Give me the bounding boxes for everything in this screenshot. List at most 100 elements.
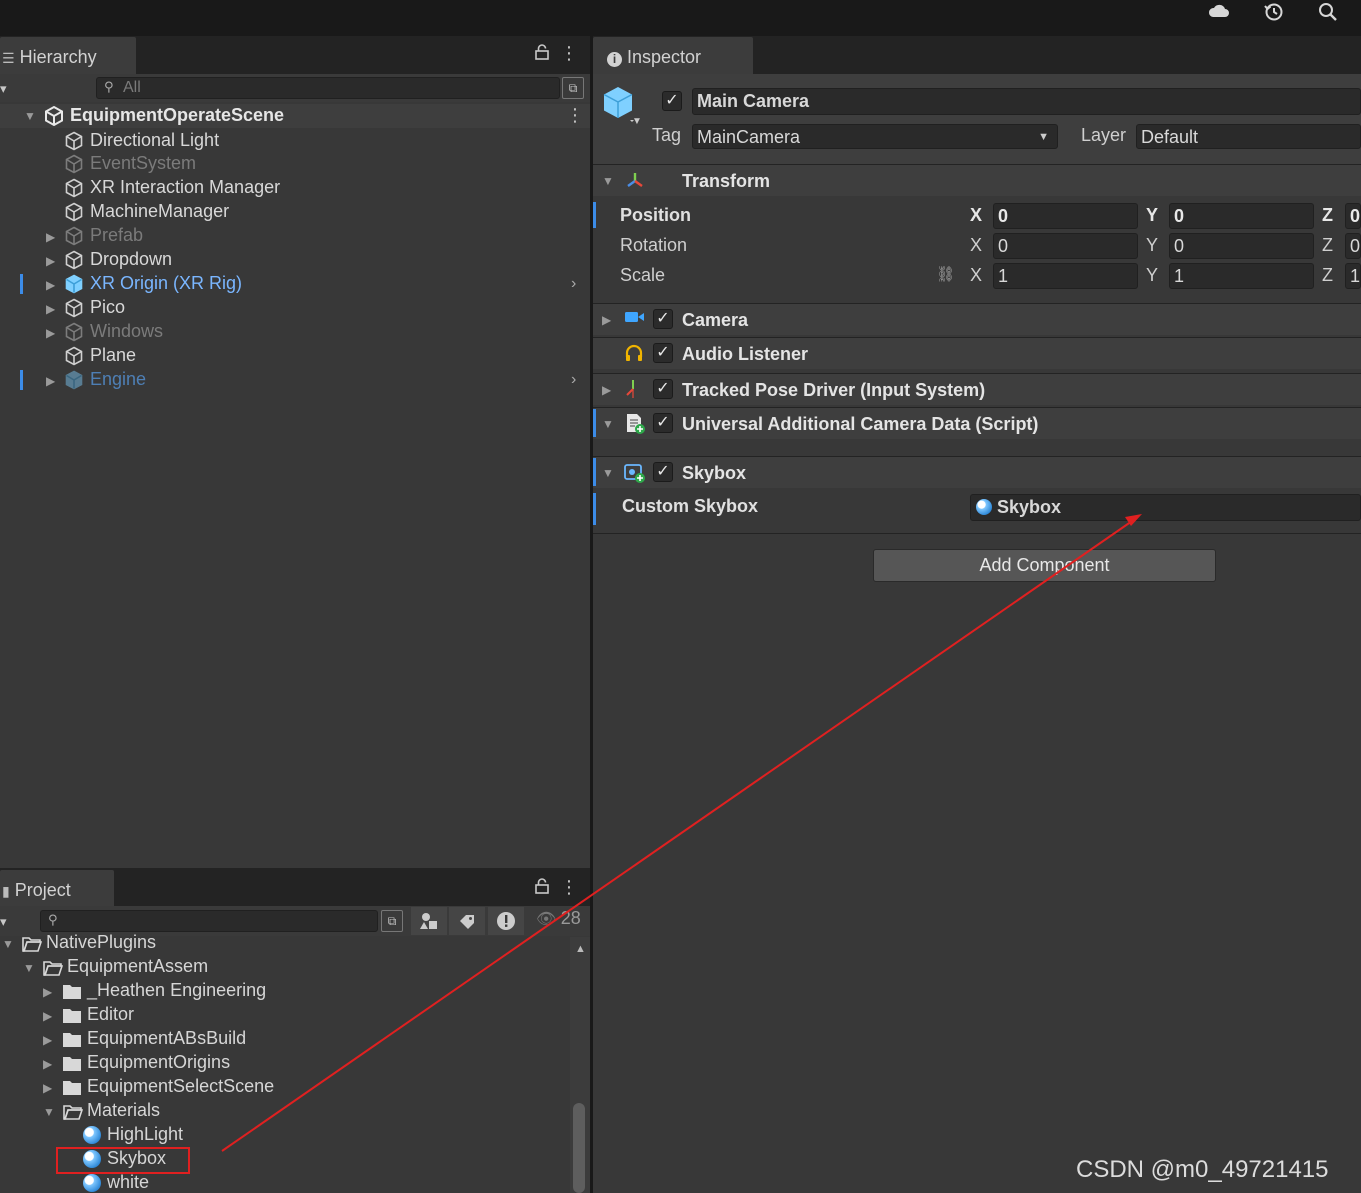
project-tree-item[interactable]: ▶ EquipmentABsBuild [0, 1028, 568, 1052]
expand-arrow-icon[interactable]: ▶ [46, 326, 55, 340]
component-header[interactable]: ▼ ✓ Universal Additional Camera Data (Scri… [593, 407, 1361, 439]
constrain-proportions-icon[interactable]: ⛓ [936, 265, 955, 283]
search-icon[interactable] [1316, 2, 1340, 24]
hierarchy-item[interactable]: ▶ Windows [22, 321, 582, 345]
transform-z-field[interactable]: 0 [1345, 233, 1361, 259]
transform-x-field[interactable]: 1 [993, 263, 1138, 289]
create-dropdown-icon[interactable]: ▾ [0, 81, 7, 97]
component-enabled-checkbox[interactable]: ✓ [653, 309, 673, 329]
transform-z-field[interactable]: 1 [1345, 263, 1361, 289]
project-tree-item[interactable]: ▼ EquipmentAssem [0, 956, 568, 980]
active-checkbox[interactable]: ✓ [662, 91, 682, 111]
transform-y-field[interactable]: 0 [1169, 203, 1314, 229]
expand-arrow-icon[interactable]: ▶ [46, 254, 55, 268]
hierarchy-item-label: Directional Light [90, 130, 220, 150]
more-menu-icon[interactable]: ⋮ [560, 878, 578, 896]
hierarchy-search-input[interactable]: ⚲ All [96, 77, 560, 99]
filter-by-label-button[interactable] [449, 907, 485, 935]
project-tree-item[interactable]: ▶ EquipmentSelectScene [0, 1076, 568, 1100]
search-by-type-icon[interactable]: ⧉ [381, 910, 403, 932]
expand-arrow-icon[interactable]: ▼ [24, 109, 36, 123]
project-tree-item[interactable]: ▶ _Heathen Engineering [0, 980, 568, 1004]
expand-arrow-icon[interactable]: ▶ [602, 383, 611, 397]
component-header[interactable]: ▶ ✓ Tracked Pose Driver (Input System) [593, 373, 1361, 405]
expand-arrow-icon[interactable]: ▶ [46, 302, 55, 316]
expand-arrow-icon[interactable]: ▼ [23, 961, 35, 975]
hierarchy-item[interactable]: MachineManager [22, 201, 582, 225]
add-component-button[interactable]: Add Component [873, 549, 1216, 582]
project-tree-item[interactable]: ▼ NativePlugins [0, 932, 568, 956]
component-enabled-checkbox[interactable]: ✓ [653, 379, 673, 399]
tag-dropdown[interactable]: MainCamera ▼ [692, 124, 1058, 149]
open-prefab-arrow-icon[interactable]: › [571, 275, 576, 293]
hierarchy-item[interactable]: ▶ Pico [22, 297, 582, 321]
hierarchy-item[interactable]: Directional Light [22, 130, 582, 154]
scrollbar-thumb[interactable] [573, 1103, 585, 1193]
transform-x-field[interactable]: 0 [993, 233, 1138, 259]
transform-y-field[interactable]: 0 [1169, 233, 1314, 259]
component-header[interactable]: ▼ ✓ Skybox [593, 456, 1361, 488]
hierarchy-item[interactable]: ▶ Engine [22, 369, 582, 393]
top-toolbar [0, 0, 1361, 36]
expand-arrow-icon[interactable]: ▶ [43, 985, 52, 999]
expand-arrow-icon[interactable]: ▶ [43, 1081, 52, 1095]
expand-arrow-icon[interactable]: ▶ [43, 1033, 52, 1047]
project-tree-item[interactable]: ▼ Materials [0, 1100, 568, 1124]
lock-icon[interactable] [532, 878, 552, 899]
component-enabled-checkbox[interactable]: ✓ [653, 413, 673, 433]
expand-arrow-icon[interactable]: ▶ [43, 1057, 52, 1071]
scene-more-icon[interactable]: ⋮ [566, 105, 584, 126]
scene-row[interactable]: ▼ EquipmentOperateScene ⋮ [0, 104, 590, 128]
hierarchy-item[interactable]: EventSystem [22, 153, 582, 177]
more-menu-icon[interactable]: ⋮ [560, 44, 578, 62]
expand-arrow-icon[interactable]: ▼ [602, 466, 614, 480]
show-warnings-button[interactable] [488, 907, 524, 935]
scene-visibility-icon[interactable]: ⧉ [562, 77, 584, 99]
icon-dropdown-icon[interactable]: ▼ [632, 116, 642, 127]
expand-arrow-icon[interactable]: ▶ [602, 313, 611, 327]
project-tree-item[interactable]: ▶ EquipmentOrigins [0, 1052, 568, 1076]
open-prefab-arrow-icon[interactable]: › [571, 371, 576, 389]
component-header[interactable]: ✓ Audio Listener [593, 337, 1361, 369]
layer-dropdown[interactable]: Default [1136, 124, 1361, 149]
hierarchy-item[interactable]: ▶ Dropdown [22, 249, 582, 273]
transform-y-field[interactable]: 1 [1169, 263, 1314, 289]
hidden-packages-toggle[interactable]: 👁 28 [536, 908, 581, 934]
scroll-up-icon[interactable]: ▲ [575, 943, 586, 955]
gameobject-icon[interactable] [602, 86, 634, 127]
expand-arrow-icon[interactable]: ▶ [46, 374, 55, 388]
expand-arrow-icon[interactable]: ▼ [2, 937, 14, 951]
expand-arrow-icon[interactable]: ▼ [602, 174, 614, 188]
hierarchy-item[interactable]: ▶ XR Origin (XR Rig) [22, 273, 582, 297]
project-scrollbar[interactable]: ▲ [570, 937, 590, 1193]
material-icon [976, 499, 992, 515]
transform-z-field[interactable]: 0 [1345, 203, 1361, 229]
tab-inspector[interactable]: i Inspector [593, 37, 753, 74]
hierarchy-item[interactable]: ▶ Prefab [22, 225, 582, 249]
expand-arrow-icon[interactable]: ▼ [43, 1105, 55, 1119]
transform-header[interactable]: ▼ Transform [593, 164, 1361, 196]
project-tree-item[interactable]: ▶ Editor [0, 1004, 568, 1028]
object-name-field[interactable]: Main Camera [692, 88, 1361, 115]
custom-skybox-field[interactable]: Skybox [970, 494, 1361, 521]
create-dropdown-icon[interactable]: ▾ [0, 914, 7, 930]
filter-by-type-button[interactable] [411, 907, 447, 935]
expand-arrow-icon[interactable]: ▶ [46, 278, 55, 292]
component-header[interactable]: ▶ ✓ Camera [593, 303, 1361, 335]
project-search-input[interactable]: ⚲ [40, 910, 378, 932]
hierarchy-item[interactable]: Plane [22, 345, 582, 369]
expand-arrow-icon[interactable]: ▶ [46, 230, 55, 244]
expand-arrow-icon[interactable]: ▶ [43, 1009, 52, 1023]
hierarchy-item[interactable]: XR Interaction Manager [22, 177, 582, 201]
project-tree-item[interactable]: HighLight [0, 1124, 568, 1148]
expand-arrow-icon[interactable]: ▼ [602, 417, 614, 431]
project-tree-item[interactable]: white [0, 1172, 568, 1193]
tab-project[interactable]: ▮ Project [0, 870, 114, 906]
lock-icon[interactable] [532, 44, 552, 65]
tab-hierarchy[interactable]: ☰ Hierarchy [0, 37, 136, 74]
component-enabled-checkbox[interactable]: ✓ [653, 343, 673, 363]
history-icon[interactable] [1262, 2, 1286, 24]
component-enabled-checkbox[interactable]: ✓ [653, 462, 673, 482]
cloud-icon[interactable] [1207, 2, 1231, 24]
transform-x-field[interactable]: 0 [993, 203, 1138, 229]
